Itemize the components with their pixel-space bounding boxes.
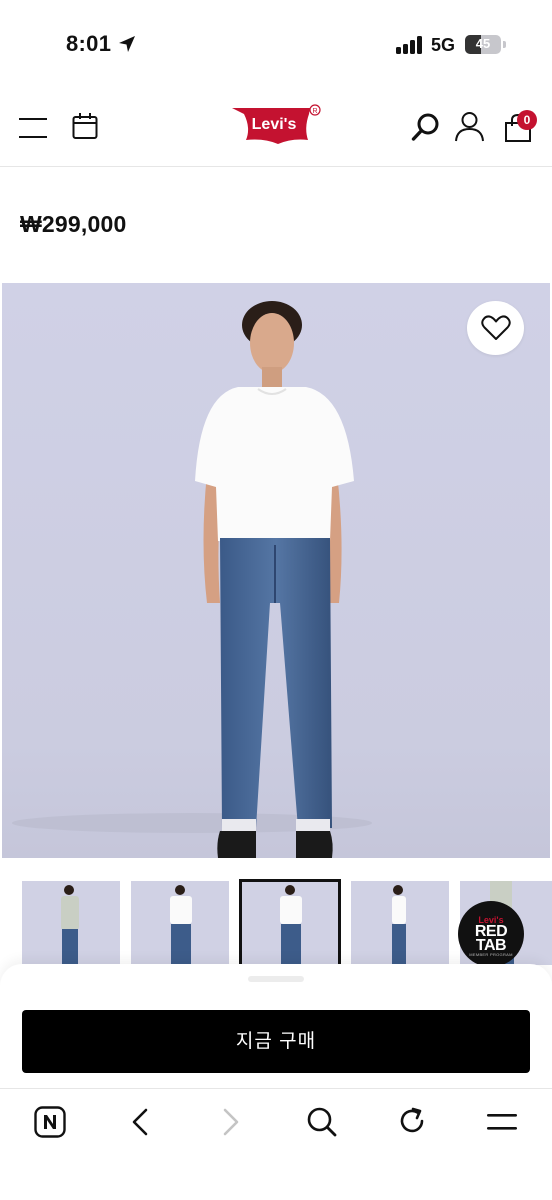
forward-arrow-icon[interactable] xyxy=(222,1108,240,1136)
status-bar: 8:01 5G 45 xyxy=(0,0,552,90)
battery-percent: 45 xyxy=(475,36,491,51)
cellular-signal-icon xyxy=(396,36,424,54)
back-arrow-icon[interactable] xyxy=(131,1108,149,1136)
user-icon[interactable] xyxy=(454,111,485,142)
search-icon[interactable] xyxy=(306,1106,338,1138)
svg-text:R: R xyxy=(312,108,317,115)
naver-home-icon[interactable] xyxy=(34,1106,66,1138)
search-icon[interactable] xyxy=(411,112,441,142)
red-tab-subtitle: MEMBER PROGRAM xyxy=(469,952,513,957)
product-main-image[interactable] xyxy=(2,283,550,858)
buy-now-button[interactable]: 지금 구매 xyxy=(22,1010,530,1073)
site-header: Levi's R 0 xyxy=(0,90,552,167)
wishlist-button[interactable] xyxy=(467,301,524,355)
hamburger-menu-icon[interactable] xyxy=(19,117,48,139)
model-photo xyxy=(2,283,550,858)
sheet-grabber[interactable] xyxy=(248,976,304,982)
cart-count-badge: 0 xyxy=(517,110,537,130)
product-price: ₩299,000 xyxy=(20,211,127,237)
thumbnail-3-selected[interactable] xyxy=(239,879,341,965)
battery-cap xyxy=(503,41,506,48)
red-tab-title: RED TAB xyxy=(474,923,508,954)
thumbnail-2[interactable] xyxy=(131,881,229,965)
refresh-icon[interactable] xyxy=(397,1106,427,1136)
svg-text:Levi's: Levi's xyxy=(252,116,297,133)
levis-logo[interactable]: Levi's R xyxy=(230,102,322,146)
location-arrow-icon xyxy=(119,36,135,52)
heart-icon xyxy=(480,315,511,340)
calendar-icon[interactable] xyxy=(72,112,98,140)
battery-icon: 45 xyxy=(465,35,501,54)
thumbnail-1[interactable] xyxy=(22,881,120,965)
status-time: 8:01 xyxy=(66,31,112,56)
menu-icon[interactable] xyxy=(486,1111,518,1133)
thumbnail-4[interactable] xyxy=(351,881,449,965)
browser-toolbar xyxy=(0,1088,552,1200)
red-tab-member-badge[interactable]: Levi's RED TAB MEMBER PROGRAM xyxy=(458,901,524,967)
network-type: 5G xyxy=(431,35,456,55)
